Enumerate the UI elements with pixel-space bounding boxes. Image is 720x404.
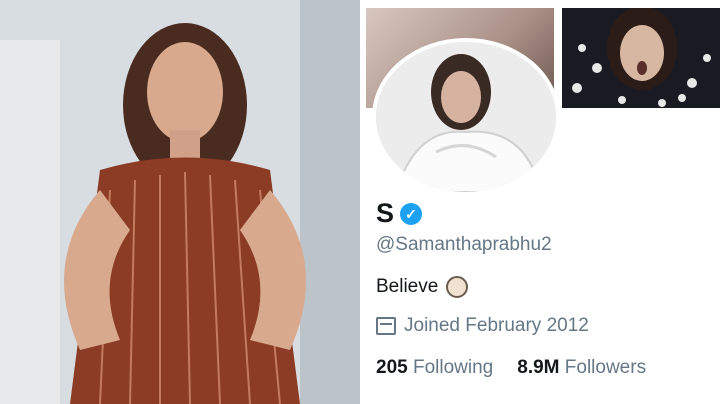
following-label: Following bbox=[412, 357, 494, 378]
profile-name: S bbox=[376, 198, 395, 228]
followers-link[interactable]: 8.9M Followers bbox=[517, 357, 646, 379]
woman-portrait-image bbox=[0, 0, 360, 404]
emoji-icon bbox=[446, 276, 469, 298]
twitter-profile-panel: S ✓ @Samanthaprabhu2 Believe Joined Febr… bbox=[366, 0, 720, 404]
bio-text: Believe bbox=[376, 276, 439, 297]
profile-avatar[interactable] bbox=[372, 38, 560, 196]
profile-name-row: S ✓ bbox=[376, 198, 423, 229]
joined-text: Joined February 2012 bbox=[404, 315, 589, 336]
profile-joined: Joined February 2012 bbox=[376, 315, 589, 337]
verified-badge-icon: ✓ bbox=[400, 202, 423, 225]
profile-handle: @Samanthaprabhu2 bbox=[376, 234, 552, 255]
following-link[interactable]: 205 Following bbox=[376, 357, 493, 379]
photo-left bbox=[0, 0, 360, 404]
followers-count: 8.9M bbox=[517, 357, 560, 378]
calendar-icon bbox=[376, 317, 396, 335]
following-count: 205 bbox=[376, 357, 408, 378]
profile-bio: Believe bbox=[376, 276, 469, 298]
followers-label: Followers bbox=[564, 357, 647, 378]
profile-banner-right bbox=[562, 8, 720, 108]
profile-stats: 205 Following 8.9M Followers bbox=[376, 357, 646, 379]
